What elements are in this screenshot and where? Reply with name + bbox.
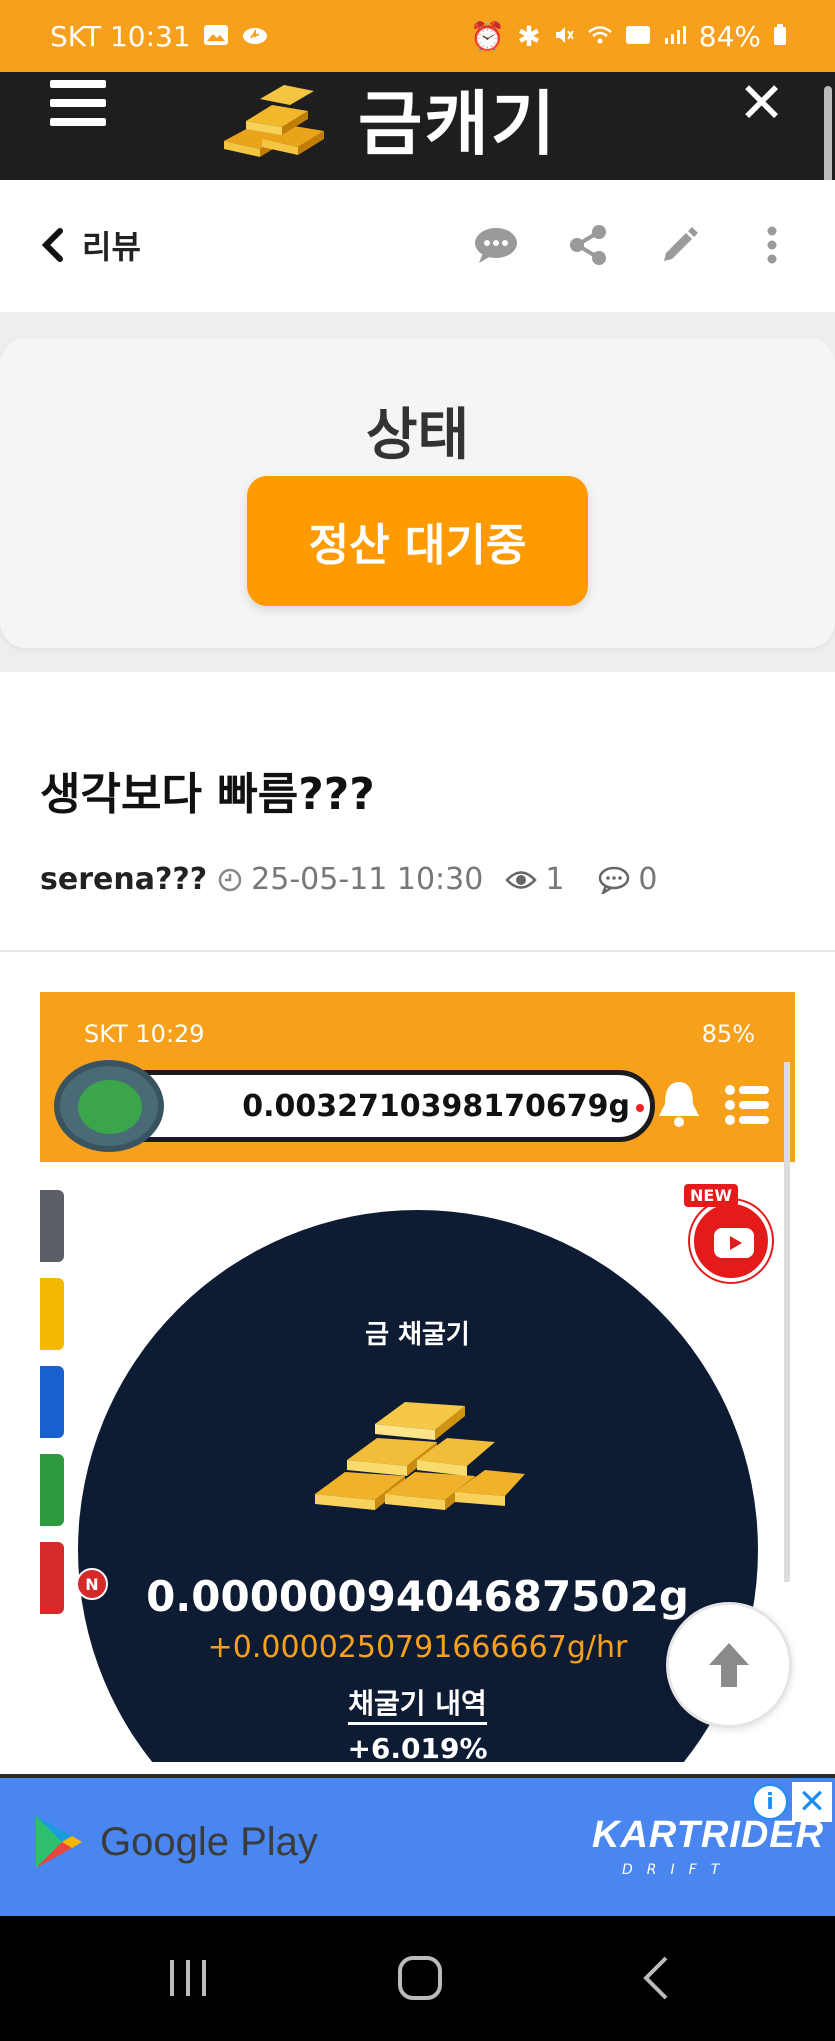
gold-bars-icon xyxy=(315,1402,525,1510)
post-views: 1 xyxy=(545,862,565,897)
comment-icon[interactable] xyxy=(473,222,519,268)
kartrider-sub: DRIFT xyxy=(622,1862,734,1878)
mined-grams: 0.0000009404687502g xyxy=(146,1572,689,1621)
back-label: 리뷰 xyxy=(82,228,141,266)
app-header: 금캐기 ✕ xyxy=(0,72,835,180)
miner-history-label: 채굴기 내역 xyxy=(348,1687,487,1725)
clock-icon xyxy=(218,868,242,891)
notification-dot xyxy=(636,1104,644,1112)
scroll-to-top-button[interactable] xyxy=(666,1602,792,1728)
back-nav-icon[interactable] xyxy=(640,1954,672,2002)
google-play-label: Google Play xyxy=(100,1820,318,1864)
google-play-icon xyxy=(36,1816,82,1868)
recent-apps-icon[interactable] xyxy=(166,1954,210,2002)
app-logo[interactable]: 금캐기 xyxy=(220,68,557,169)
side-tab-green xyxy=(40,1454,64,1526)
back-button[interactable]: 리뷰 xyxy=(40,222,141,268)
mining-title: 금 채굴기 xyxy=(365,1320,470,1350)
status-card: 상태 정산 대기중 xyxy=(0,338,835,648)
eye-icon xyxy=(505,870,538,889)
more-vertical-icon[interactable] xyxy=(749,222,795,268)
cloud-sync-icon xyxy=(241,20,269,53)
wifi-icon xyxy=(587,20,613,53)
gallery-icon xyxy=(203,20,229,53)
hamburger-menu-icon[interactable] xyxy=(50,80,106,126)
ad-close-icon[interactable]: ✕ xyxy=(792,1782,832,1822)
post-datetime: 25-05-11 10:30 xyxy=(251,862,484,897)
board-nav-bar: 리뷰 xyxy=(0,180,835,312)
mining-percent: +6.019% xyxy=(347,1732,488,1762)
post-divider xyxy=(0,950,835,952)
embedded-battery: 85% xyxy=(701,1020,755,1048)
kartrider-logo: KARTRIDER xyxy=(592,1814,825,1856)
ad-info-icon[interactable]: i xyxy=(752,1784,788,1820)
status-bar-left: SKT 10:31 xyxy=(50,20,269,53)
vault-icon xyxy=(54,1060,164,1152)
post-actions xyxy=(473,222,795,268)
hd-voice-icon xyxy=(625,20,651,53)
list-menu-icon xyxy=(725,1085,769,1125)
signal-icon xyxy=(663,20,687,53)
youtube-icon xyxy=(690,1200,772,1282)
side-tab-blue xyxy=(40,1366,64,1438)
embedded-balance: 0.0032710398170679g xyxy=(100,1070,655,1142)
mute-icon xyxy=(553,20,575,53)
system-nav-bar xyxy=(0,1916,835,2041)
home-icon[interactable] xyxy=(396,1954,444,2002)
ad-banner[interactable]: Google Play KARTRIDER DRIFT i ✕ xyxy=(0,1774,835,1916)
battery-icon xyxy=(773,20,787,53)
chevron-left-icon xyxy=(41,228,63,262)
share-icon[interactable] xyxy=(565,222,611,268)
post-comments: 0 xyxy=(638,862,658,897)
comment-count-icon xyxy=(599,866,630,894)
status-bar-right: ⏰ ✱ 84% xyxy=(470,20,787,53)
app-title: 금캐기 xyxy=(358,83,558,165)
settlement-status-badge[interactable]: 정산 대기중 xyxy=(247,476,588,606)
status-battery: 84% xyxy=(698,19,761,53)
arrow-up-icon xyxy=(709,1643,749,1687)
post-author[interactable]: serena??? xyxy=(40,862,207,897)
embedded-scrollbar xyxy=(784,1062,790,1582)
status-title: 상태 xyxy=(365,403,470,468)
pencil-icon[interactable] xyxy=(657,222,703,268)
bluetooth-icon: ✱ xyxy=(517,19,541,53)
ad-content[interactable]: Google Play KARTRIDER DRIFT xyxy=(2,1780,823,1908)
new-badge: NEW xyxy=(684,1184,738,1207)
close-icon[interactable]: ✕ xyxy=(738,76,785,132)
post-meta: serena??? 25-05-11 10:30 1 0 xyxy=(40,862,658,897)
status-bar: SKT 10:31 ⏰ ✱ 84% xyxy=(0,0,835,72)
alarm-icon: ⏰ xyxy=(470,19,506,53)
post-title: 생각보다 빠름??? xyxy=(40,769,375,820)
embedded-carrier-time: SKT 10:29 xyxy=(84,1020,205,1048)
side-tab-gray xyxy=(40,1190,64,1262)
bell-icon xyxy=(659,1082,699,1127)
status-carrier-time: SKT 10:31 xyxy=(50,19,191,53)
gold-bars-logo-icon xyxy=(224,84,324,157)
